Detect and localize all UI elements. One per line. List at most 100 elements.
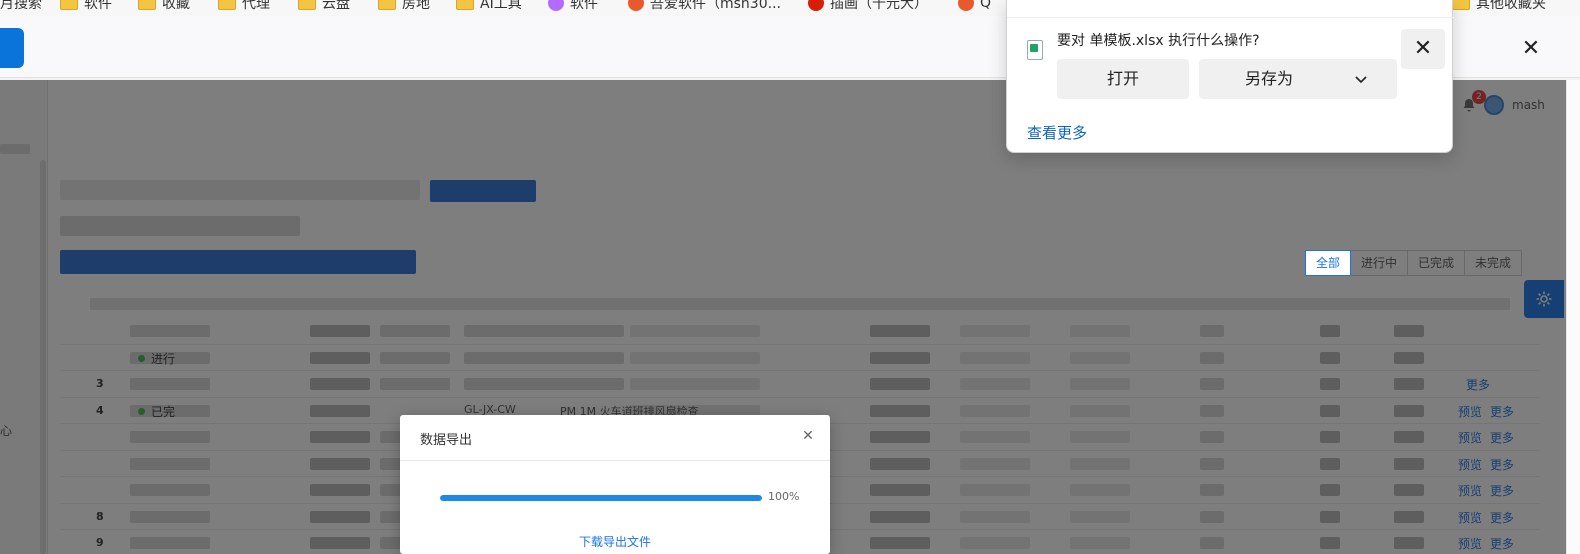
blurred-cell xyxy=(870,510,930,523)
table-row[interactable]: 3 更多 xyxy=(60,371,1540,398)
filter-tab[interactable]: 进行中 xyxy=(1350,250,1409,276)
site-icon xyxy=(548,0,564,11)
blurred-cell xyxy=(130,378,210,390)
open-button[interactable]: 打开 xyxy=(1057,59,1189,99)
blurred-cell xyxy=(1200,351,1224,364)
page-scrollbar[interactable] xyxy=(1566,80,1580,554)
bookmark-item[interactable]: 月搜索 xyxy=(0,0,42,14)
toolbar-action-button[interactable] xyxy=(0,28,24,68)
close-icon[interactable]: ✕ xyxy=(800,428,816,444)
blurred-cell xyxy=(1320,431,1340,443)
bookmark-label: 插画（千元大） xyxy=(830,0,928,12)
blurred-cell xyxy=(1394,457,1424,470)
blurred-cell xyxy=(1394,351,1424,364)
blurred-cell xyxy=(630,378,760,390)
blurred-cell xyxy=(1200,404,1224,417)
bookmark-item[interactable]: 房地 xyxy=(378,0,430,14)
sidebar-scrollbar[interactable] xyxy=(40,160,46,554)
preview-link[interactable]: 预览 xyxy=(1458,431,1482,445)
save-as-button[interactable]: 另存为 xyxy=(1199,59,1397,99)
preview-link[interactable]: 预览 xyxy=(1458,537,1482,551)
preview-link[interactable]: 预览 xyxy=(1458,405,1482,419)
bookmark-item[interactable]: 其他收藏夹 xyxy=(1452,0,1546,14)
bookmark-item[interactable]: 软件 xyxy=(60,0,112,14)
preview-link[interactable]: 预览 xyxy=(1458,484,1482,498)
blurred-cell xyxy=(310,325,370,337)
blurred-cell xyxy=(310,484,370,496)
chevron-down-icon[interactable] xyxy=(1353,71,1369,87)
bookmark-item[interactable]: AI工具 xyxy=(456,0,522,14)
blurred-cell xyxy=(1070,325,1130,337)
table-row[interactable] xyxy=(60,318,1540,345)
table-header xyxy=(90,298,1510,310)
popup-title-bar xyxy=(1007,0,1454,18)
blurred-cell xyxy=(870,325,930,337)
bookmark-item[interactable]: 云盘 xyxy=(298,0,350,14)
download-export-link[interactable]: 下载导出文件 xyxy=(400,533,830,550)
blurred-cell xyxy=(630,325,760,337)
blurred-cell xyxy=(1394,484,1424,496)
blurred-cell xyxy=(1320,484,1340,496)
site-icon xyxy=(628,0,644,11)
table-row[interactable]: 进行 xyxy=(60,345,1540,371)
row-actions: 预览 更多 xyxy=(1458,403,1522,420)
blurred-cell xyxy=(870,378,930,390)
blurred-cell xyxy=(1394,378,1424,390)
row-actions: 预览 更多 xyxy=(1458,509,1522,526)
username[interactable]: mash xyxy=(1512,98,1545,112)
see-more-link[interactable]: 查看更多 xyxy=(1027,122,1087,143)
blurred-cell xyxy=(380,351,450,364)
close-icon[interactable]: ✕ xyxy=(1518,36,1544,62)
more-link[interactable]: 更多 xyxy=(1490,431,1514,445)
bookmark-label: Q xyxy=(980,0,992,11)
blurred-cell xyxy=(130,484,210,496)
blurred-cell xyxy=(1200,378,1224,390)
folder-icon xyxy=(60,0,78,10)
blurred-cell xyxy=(1200,325,1224,337)
blurred-cell xyxy=(380,378,450,390)
status-dot-icon xyxy=(138,354,145,362)
more-link[interactable]: 更多 xyxy=(1490,458,1514,472)
filter-tab[interactable]: 全部 xyxy=(1305,250,1352,276)
sidebar-item-label[interactable]: 心 xyxy=(0,422,12,439)
more-link[interactable]: 更多 xyxy=(1466,378,1490,392)
save-as-label: 另存为 xyxy=(1245,69,1294,88)
bookmark-item[interactable]: Q xyxy=(958,0,991,14)
blurred-cell xyxy=(1070,457,1130,470)
row-actions: 预览 更多 xyxy=(1458,429,1522,446)
blurred-cell xyxy=(310,510,370,523)
more-link[interactable]: 更多 xyxy=(1490,537,1514,551)
bookmark-label: 软件 xyxy=(84,0,112,12)
blurred-cell xyxy=(1320,325,1340,337)
folder-icon xyxy=(1452,0,1470,10)
dismiss-download-button[interactable]: ✕ xyxy=(1401,29,1445,69)
blurred-cell xyxy=(1200,457,1224,470)
bookmark-item[interactable]: 代理 xyxy=(218,0,270,14)
blurred-cell xyxy=(960,457,1030,470)
filter-tab[interactable]: 未完成 xyxy=(1464,250,1523,276)
blurred-cell xyxy=(1200,537,1224,549)
blurred-cell xyxy=(960,404,1030,417)
bookmark-item[interactable]: 收藏 xyxy=(138,0,190,14)
avatar[interactable] xyxy=(1484,95,1504,115)
more-link[interactable]: 更多 xyxy=(1490,405,1514,419)
preview-link[interactable]: 预览 xyxy=(1458,511,1482,525)
folder-icon xyxy=(298,0,316,10)
dialog-header: 数据导出 ✕ xyxy=(400,415,830,461)
filter-tab[interactable]: 已完成 xyxy=(1407,250,1466,276)
more-link[interactable]: 更多 xyxy=(1490,484,1514,498)
bookmark-label: 云盘 xyxy=(322,0,350,12)
bookmark-label: 吾爱软件（msh30... xyxy=(650,0,781,12)
row-number: 9 xyxy=(96,536,104,549)
blurred-cell xyxy=(130,457,210,470)
bookmark-item[interactable]: 吾爱软件（msh30... xyxy=(628,0,781,14)
more-link[interactable]: 更多 xyxy=(1490,511,1514,525)
preview-link[interactable]: 预览 xyxy=(1458,458,1482,472)
bookmark-item[interactable]: 软件 xyxy=(548,0,598,14)
dialog-title: 数据导出 xyxy=(420,433,473,448)
blurred-cell xyxy=(870,404,930,417)
settings-button[interactable] xyxy=(1524,280,1564,318)
blurred-cell xyxy=(960,351,1030,364)
blurred-cell xyxy=(1320,537,1340,549)
bookmark-item[interactable]: 插画（千元大） xyxy=(808,0,928,14)
